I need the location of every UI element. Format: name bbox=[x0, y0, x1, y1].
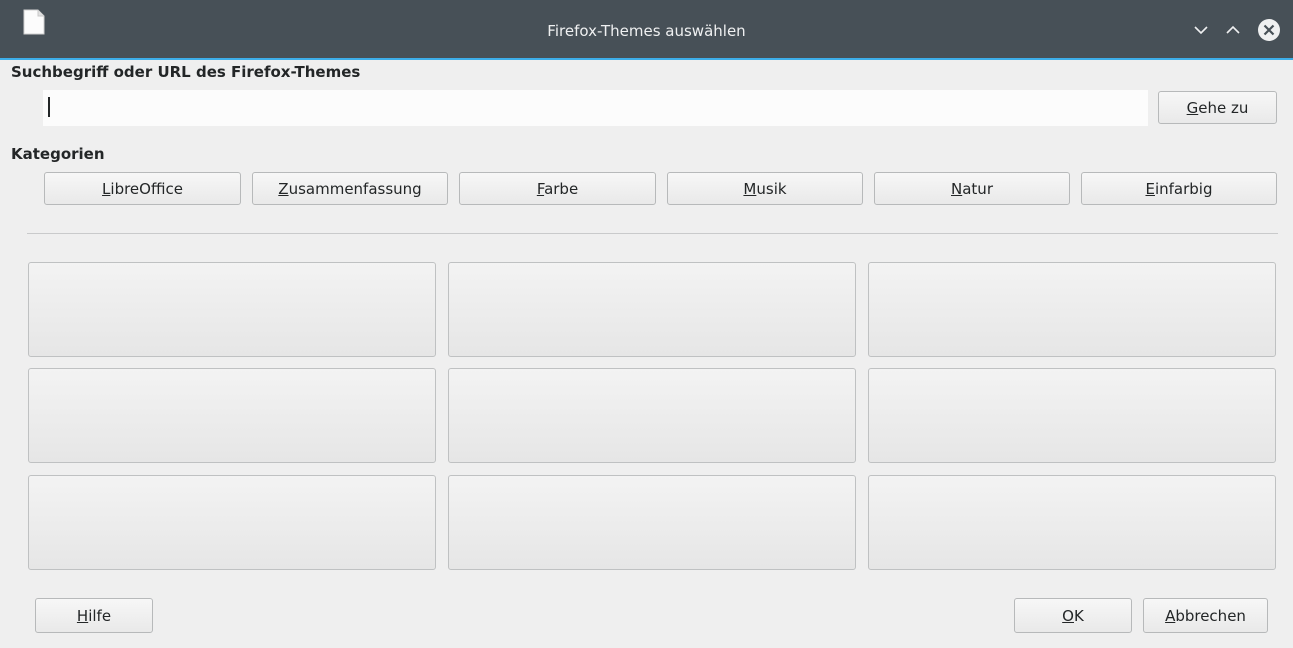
category-button-natur[interactable]: Natur bbox=[874, 172, 1070, 205]
help-button[interactable]: Hilfe bbox=[35, 598, 153, 633]
help-button-mnemonic: H bbox=[76, 606, 89, 625]
category-button-musik[interactable]: Musik bbox=[667, 172, 863, 205]
title-bar[interactable]: Firefox-Themes auswählen bbox=[0, 0, 1293, 60]
theme-tile[interactable] bbox=[28, 368, 436, 463]
category-button-zusammenfassung[interactable]: Zusammenfassung bbox=[252, 172, 448, 205]
close-icon[interactable] bbox=[1256, 17, 1282, 43]
category-button-einfarbig[interactable]: Einfarbig bbox=[1081, 172, 1277, 205]
theme-tile[interactable] bbox=[448, 475, 856, 570]
separator bbox=[27, 233, 1278, 234]
theme-tile[interactable] bbox=[868, 368, 1276, 463]
ok-button[interactable]: OK bbox=[1014, 598, 1132, 633]
theme-tile[interactable] bbox=[448, 368, 856, 463]
theme-tile[interactable] bbox=[868, 262, 1276, 357]
ok-button-mnemonic: O bbox=[1062, 606, 1074, 625]
categories-label: Kategorien bbox=[11, 145, 105, 163]
minimize-icon[interactable] bbox=[1188, 17, 1214, 43]
category-label: ibreOffice bbox=[110, 179, 183, 198]
go-to-button-label: ehe zu bbox=[1198, 98, 1249, 117]
cancel-button-label: bbrechen bbox=[1175, 606, 1246, 625]
maximize-icon[interactable] bbox=[1220, 17, 1246, 43]
go-to-button[interactable]: Gehe zu bbox=[1158, 91, 1277, 124]
go-to-button-mnemonic: G bbox=[1186, 98, 1199, 117]
category-label: atur bbox=[962, 179, 993, 198]
help-button-label: ilfe bbox=[88, 606, 112, 625]
category-button-farbe[interactable]: Farbe bbox=[459, 172, 656, 205]
search-input[interactable] bbox=[43, 90, 1148, 126]
theme-tile[interactable] bbox=[448, 262, 856, 357]
category-label: arbe bbox=[544, 179, 579, 198]
category-mnemonic: Z bbox=[278, 179, 289, 198]
search-label: Suchbegriff oder URL des Firefox-Themes bbox=[11, 63, 361, 81]
cancel-button[interactable]: Abbrechen bbox=[1143, 598, 1268, 633]
category-label: usammenfassung bbox=[288, 179, 422, 198]
category-mnemonic: F bbox=[536, 179, 545, 198]
cancel-button-mnemonic: A bbox=[1165, 606, 1176, 625]
window-title: Firefox-Themes auswählen bbox=[547, 22, 746, 40]
category-mnemonic: M bbox=[743, 179, 757, 198]
ok-button-label: K bbox=[1073, 606, 1084, 625]
theme-tile[interactable] bbox=[28, 262, 436, 357]
category-label: infarbig bbox=[1154, 179, 1213, 198]
firefox-themes-dialog: Firefox-Themes auswählen Suchbegriff ode… bbox=[0, 0, 1293, 648]
category-mnemonic: E bbox=[1145, 179, 1155, 198]
category-mnemonic: N bbox=[951, 179, 963, 198]
text-caret bbox=[48, 97, 50, 117]
theme-tile[interactable] bbox=[868, 475, 1276, 570]
category-button-libreoffice[interactable]: LibreOffice bbox=[44, 172, 241, 205]
theme-tile[interactable] bbox=[28, 475, 436, 570]
category-label: usik bbox=[756, 179, 787, 198]
